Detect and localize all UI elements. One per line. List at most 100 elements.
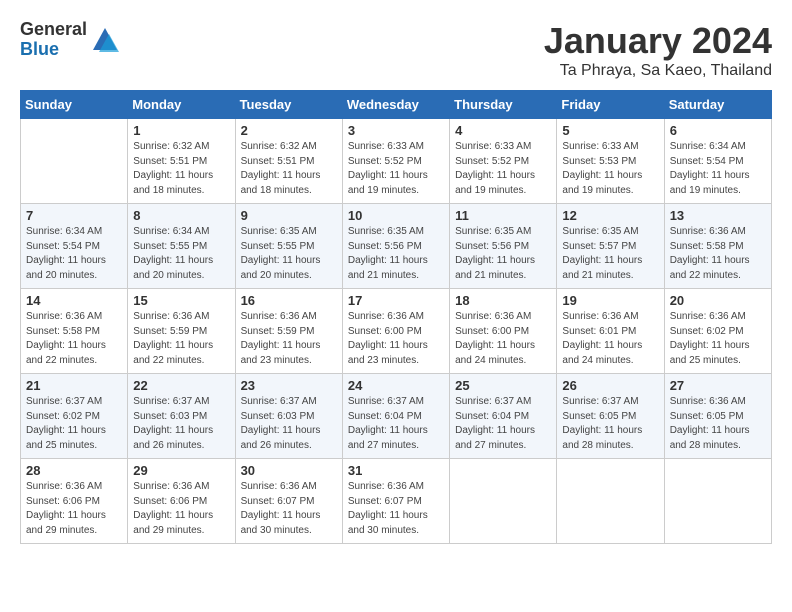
day-info: Sunrise: 6:36 AMSunset: 6:07 PMDaylight:…: [348, 480, 444, 538]
day-number: 16: [241, 293, 337, 308]
calendar-cell: 28 Sunrise: 6:36 AMSunset: 6:06 PMDayligh…: [21, 459, 128, 544]
day-info: Sunrise: 6:36 AMSunset: 6:05 PMDaylight:…: [670, 395, 766, 453]
calendar-cell: [450, 459, 557, 544]
day-info: Sunrise: 6:36 AMSunset: 5:58 PMDaylight:…: [26, 310, 122, 368]
day-number: 27: [670, 378, 766, 393]
calendar-cell: 5 Sunrise: 6:33 AMSunset: 5:53 PMDaylight…: [557, 119, 664, 204]
calendar-subtitle: Ta Phraya, Sa Kaeo, Thailand: [544, 62, 772, 80]
day-info: Sunrise: 6:35 AMSunset: 5:56 PMDaylight:…: [455, 225, 551, 283]
calendar-cell: 29 Sunrise: 6:36 AMSunset: 6:06 PMDayligh…: [128, 459, 235, 544]
day-number: 8: [133, 208, 229, 223]
day-number: 6: [670, 123, 766, 138]
calendar-cell: 8 Sunrise: 6:34 AMSunset: 5:55 PMDaylight…: [128, 204, 235, 289]
day-info: Sunrise: 6:37 AMSunset: 6:03 PMDaylight:…: [133, 395, 229, 453]
day-info: Sunrise: 6:36 AMSunset: 6:06 PMDaylight:…: [26, 480, 122, 538]
calendar-cell: 26Sunrise: 6:37 AMSunset: 6:05 PMDayligh…: [557, 374, 664, 459]
day-number: 2: [241, 123, 337, 138]
day-number: 10: [348, 208, 444, 223]
day-number: 25: [455, 378, 551, 393]
calendar-cell: [21, 119, 128, 204]
day-info: Sunrise: 6:36 AMSunset: 6:00 PMDaylight:…: [455, 310, 551, 368]
logo-text: General Blue: [20, 20, 87, 60]
day-number: 7: [26, 208, 122, 223]
calendar-cell: 9 Sunrise: 6:35 AMSunset: 5:55 PMDaylight…: [235, 204, 342, 289]
day-number: 18: [455, 293, 551, 308]
calendar-header-saturday: Saturday: [664, 91, 771, 119]
calendar-cell: 7 Sunrise: 6:34 AMSunset: 5:54 PMDaylight…: [21, 204, 128, 289]
calendar-cell: 15Sunrise: 6:36 AMSunset: 5:59 PMDayligh…: [128, 289, 235, 374]
header: General Blue January 2024 Ta Phraya, Sa …: [20, 20, 772, 80]
day-info: Sunrise: 6:35 AMSunset: 5:55 PMDaylight:…: [241, 225, 337, 283]
calendar-header-row: SundayMondayTuesdayWednesdayThursdayFrid…: [21, 91, 772, 119]
day-info: Sunrise: 6:37 AMSunset: 6:04 PMDaylight:…: [455, 395, 551, 453]
day-number: 20: [670, 293, 766, 308]
calendar-title: January 2024: [544, 20, 772, 62]
day-number: 11: [455, 208, 551, 223]
calendar-cell: 14 Sunrise: 6:36 AMSunset: 5:58 PMDayligh…: [21, 289, 128, 374]
day-number: 19: [562, 293, 658, 308]
calendar-cell: 21Sunrise: 6:37 AMSunset: 6:02 PMDayligh…: [21, 374, 128, 459]
day-info: Sunrise: 6:34 AMSunset: 5:55 PMDaylight:…: [133, 225, 229, 283]
calendar-table: SundayMondayTuesdayWednesdayThursdayFrid…: [20, 90, 772, 544]
day-info: Sunrise: 6:34 AMSunset: 5:54 PMDaylight:…: [26, 225, 122, 283]
calendar-cell: 24 Sunrise: 6:37 AMSunset: 6:04 PMDayligh…: [342, 374, 449, 459]
calendar-header-tuesday: Tuesday: [235, 91, 342, 119]
calendar-cell: 25 Sunrise: 6:37 AMSunset: 6:04 PMDayligh…: [450, 374, 557, 459]
day-number: 13: [670, 208, 766, 223]
day-number: 17: [348, 293, 444, 308]
calendar-cell: [664, 459, 771, 544]
day-number: 3: [348, 123, 444, 138]
day-info: Sunrise: 6:37 AMSunset: 6:04 PMDaylight:…: [348, 395, 444, 453]
day-info: Sunrise: 6:36 AMSunset: 5:59 PMDaylight:…: [241, 310, 337, 368]
calendar-week-row: 7 Sunrise: 6:34 AMSunset: 5:54 PMDaylight…: [21, 204, 772, 289]
calendar-header-sunday: Sunday: [21, 91, 128, 119]
logo-icon: [91, 26, 119, 54]
calendar-cell: 16 Sunrise: 6:36 AMSunset: 5:59 PMDayligh…: [235, 289, 342, 374]
calendar-cell: [557, 459, 664, 544]
logo: General Blue: [20, 20, 119, 60]
day-info: Sunrise: 6:36 AMSunset: 6:02 PMDaylight:…: [670, 310, 766, 368]
calendar-cell: 20 Sunrise: 6:36 AMSunset: 6:02 PMDayligh…: [664, 289, 771, 374]
calendar-cell: 22Sunrise: 6:37 AMSunset: 6:03 PMDayligh…: [128, 374, 235, 459]
calendar-header-monday: Monday: [128, 91, 235, 119]
calendar-cell: 6 Sunrise: 6:34 AMSunset: 5:54 PMDaylight…: [664, 119, 771, 204]
calendar-cell: 19 Sunrise: 6:36 AMSunset: 6:01 PMDayligh…: [557, 289, 664, 374]
logo-general: General: [20, 20, 87, 40]
title-area: January 2024 Ta Phraya, Sa Kaeo, Thailan…: [544, 20, 772, 80]
day-info: Sunrise: 6:34 AMSunset: 5:54 PMDaylight:…: [670, 140, 766, 198]
calendar-header-friday: Friday: [557, 91, 664, 119]
calendar-cell: 31Sunrise: 6:36 AMSunset: 6:07 PMDayligh…: [342, 459, 449, 544]
day-number: 9: [241, 208, 337, 223]
day-info: Sunrise: 6:36 AMSunset: 6:06 PMDaylight:…: [133, 480, 229, 538]
calendar-cell: 30 Sunrise: 6:36 AMSunset: 6:07 PMDayligh…: [235, 459, 342, 544]
day-info: Sunrise: 6:36 AMSunset: 6:00 PMDaylight:…: [348, 310, 444, 368]
day-info: Sunrise: 6:36 AMSunset: 5:58 PMDaylight:…: [670, 225, 766, 283]
day-number: 23: [241, 378, 337, 393]
day-info: Sunrise: 6:32 AMSunset: 5:51 PMDaylight:…: [133, 140, 229, 198]
day-number: 14: [26, 293, 122, 308]
calendar-cell: 1Sunrise: 6:32 AMSunset: 5:51 PMDaylight…: [128, 119, 235, 204]
day-number: 30: [241, 463, 337, 478]
day-info: Sunrise: 6:37 AMSunset: 6:05 PMDaylight:…: [562, 395, 658, 453]
calendar-cell: 11 Sunrise: 6:35 AMSunset: 5:56 PMDayligh…: [450, 204, 557, 289]
day-info: Sunrise: 6:32 AMSunset: 5:51 PMDaylight:…: [241, 140, 337, 198]
calendar-cell: 4Sunrise: 6:33 AMSunset: 5:52 PMDaylight…: [450, 119, 557, 204]
day-number: 24: [348, 378, 444, 393]
day-info: Sunrise: 6:36 AMSunset: 6:07 PMDaylight:…: [241, 480, 337, 538]
day-info: Sunrise: 6:33 AMSunset: 5:53 PMDaylight:…: [562, 140, 658, 198]
day-info: Sunrise: 6:36 AMSunset: 6:01 PMDaylight:…: [562, 310, 658, 368]
calendar-cell: 12Sunrise: 6:35 AMSunset: 5:57 PMDayligh…: [557, 204, 664, 289]
day-number: 28: [26, 463, 122, 478]
day-number: 12: [562, 208, 658, 223]
calendar-header-thursday: Thursday: [450, 91, 557, 119]
day-number: 15: [133, 293, 229, 308]
day-number: 29: [133, 463, 229, 478]
day-number: 5: [562, 123, 658, 138]
calendar-cell: 10Sunrise: 6:35 AMSunset: 5:56 PMDayligh…: [342, 204, 449, 289]
calendar-cell: 13 Sunrise: 6:36 AMSunset: 5:58 PMDayligh…: [664, 204, 771, 289]
calendar-header-wednesday: Wednesday: [342, 91, 449, 119]
day-info: Sunrise: 6:33 AMSunset: 5:52 PMDaylight:…: [455, 140, 551, 198]
day-info: Sunrise: 6:37 AMSunset: 6:02 PMDaylight:…: [26, 395, 122, 453]
logo-blue: Blue: [20, 40, 87, 60]
calendar-week-row: 28 Sunrise: 6:36 AMSunset: 6:06 PMDayligh…: [21, 459, 772, 544]
